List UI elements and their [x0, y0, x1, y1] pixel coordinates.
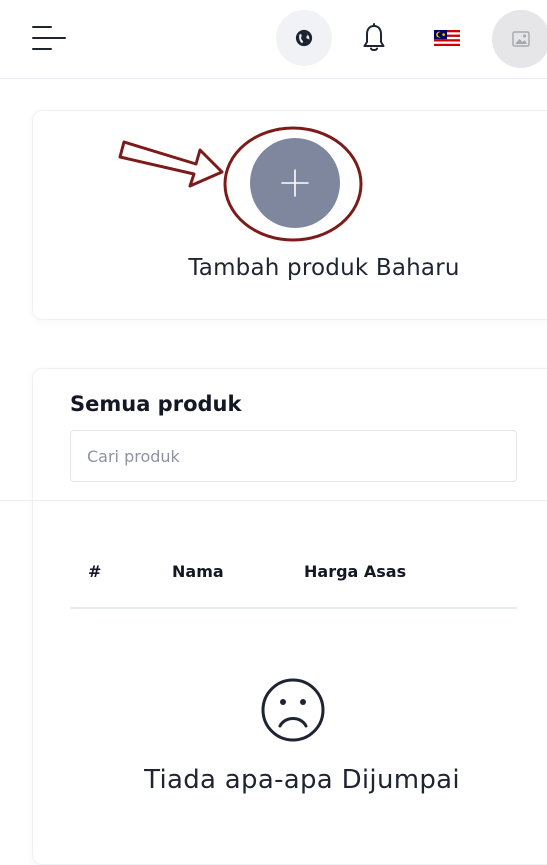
section-title: Semua produk — [70, 392, 242, 416]
empty-state-message: Tiada apa-apa Dijumpai — [144, 765, 460, 795]
column-header-index[interactable]: # — [88, 562, 101, 581]
bell-icon — [363, 23, 385, 51]
avatar[interactable] — [492, 10, 547, 68]
plus-icon — [281, 169, 309, 197]
notifications-button[interactable] — [352, 14, 396, 62]
add-product-button[interactable] — [250, 138, 340, 228]
column-header-base-price[interactable]: Harga Asas — [304, 562, 406, 581]
search-input[interactable] — [70, 430, 517, 482]
add-product-label: Tambah produk Baharu — [188, 255, 460, 281]
table-header-divider — [70, 607, 517, 609]
language-button[interactable] — [276, 10, 332, 66]
malaysia-flag-icon — [434, 30, 460, 46]
globe-icon — [295, 29, 313, 47]
image-placeholder-icon — [512, 31, 530, 47]
section-divider — [0, 500, 547, 501]
sad-face-icon — [261, 678, 325, 742]
locale-flag-button[interactable] — [424, 22, 470, 54]
hamburger-menu-icon[interactable] — [28, 22, 72, 58]
top-header — [0, 0, 547, 79]
column-header-name[interactable]: Nama — [172, 562, 224, 581]
